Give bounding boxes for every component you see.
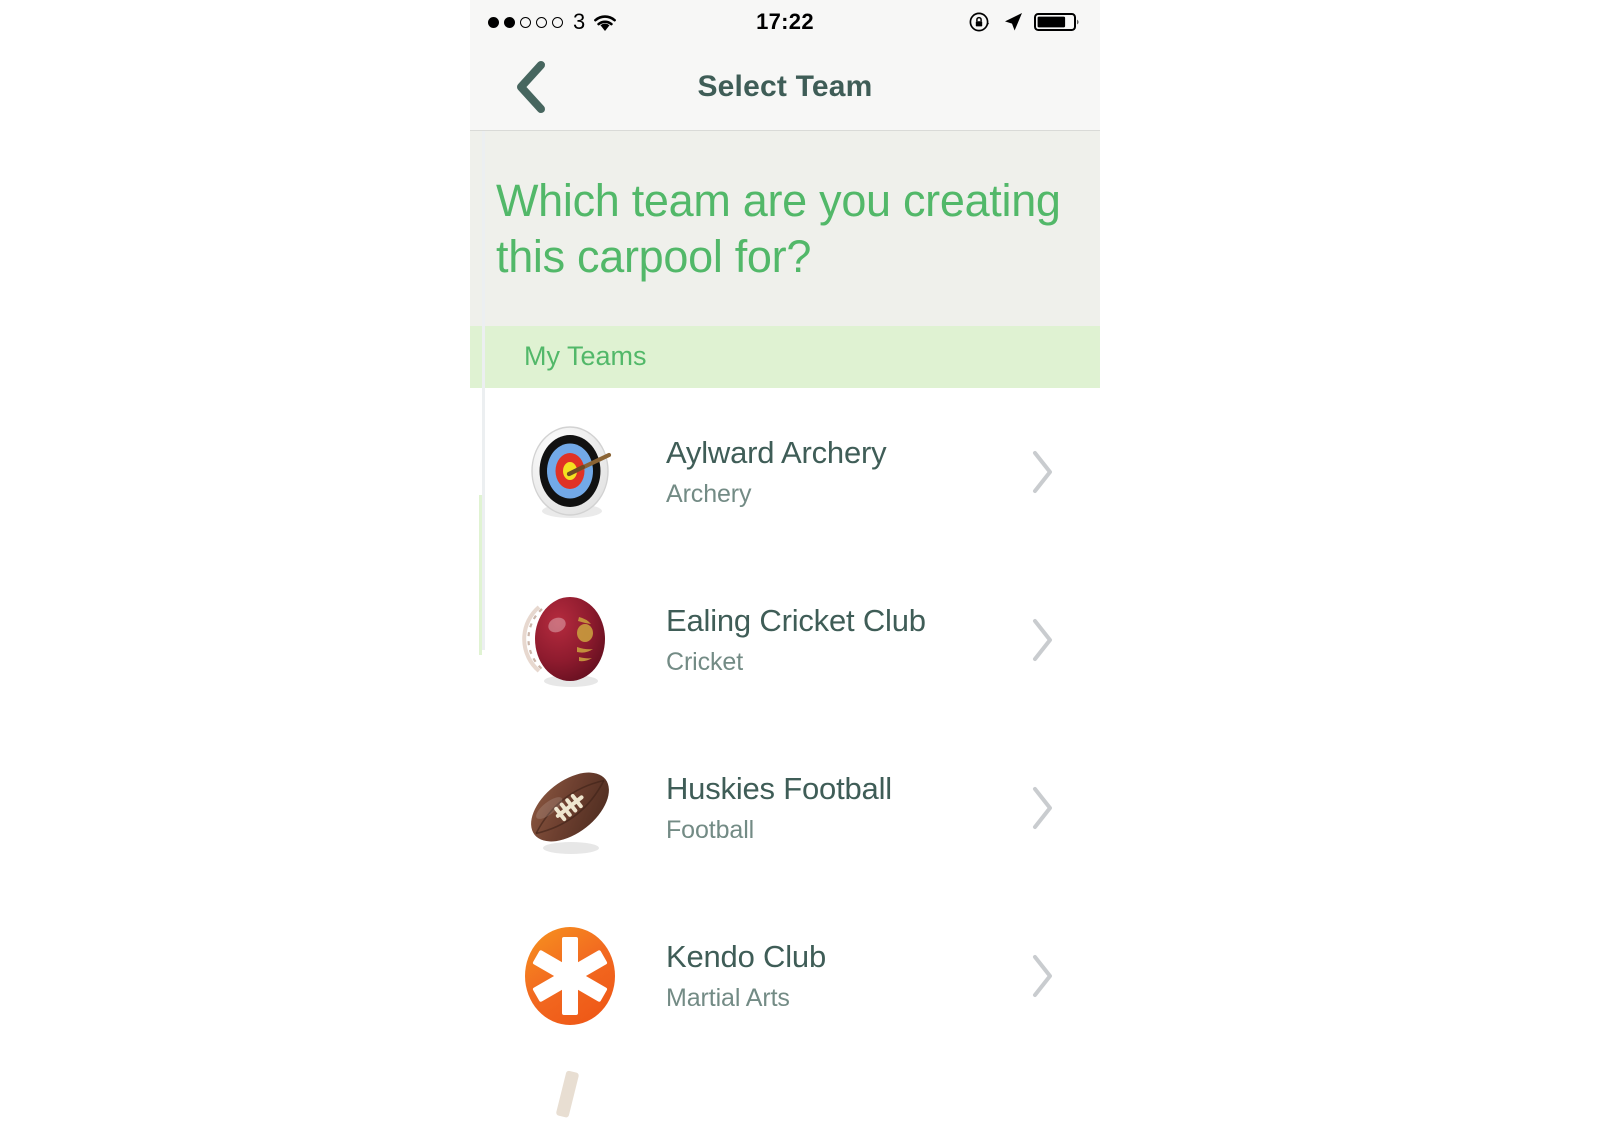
chevron-right-icon[interactable] [1014,616,1070,664]
team-list-item-ealing-cricket-club[interactable]: Ealing Cricket Club Cricket [470,555,1100,724]
status-bar-right [785,10,1082,34]
team-text-block: Ealing Cricket Club Cricket [666,603,1014,677]
team-text-block: Kendo Club Martial Arts [666,939,1014,1013]
carrier-label: 3 [573,9,586,34]
scroll-edge-strip-green [479,495,482,655]
team-sport: Football [666,815,755,844]
signal-dot-2 [504,16,515,28]
back-chevron-icon [511,59,551,115]
team-list-item-kendo-club[interactable]: Kendo Club Martial Arts [470,891,1100,1060]
rotation-lock-icon [968,10,992,34]
phone-viewport: 3 17:22 Select Team Which team are you c… [470,0,1100,1136]
status-bar-left: 3 [488,9,785,35]
signal-dot-1 [488,16,499,28]
back-button[interactable] [492,44,570,130]
american-football-icon [516,754,624,862]
signal-dot-3 [520,16,531,28]
battery-icon [1034,10,1082,34]
signal-dot-4 [536,16,547,28]
status-bar: 3 17:22 [470,0,1100,44]
chevron-right-icon[interactable] [1014,952,1070,1000]
navigation-bar: Select Team [470,44,1100,131]
team-sport: Cricket [666,647,744,676]
wifi-icon [592,12,618,32]
section-header-my-teams: My Teams [470,325,1100,388]
team-sport: Archery [666,479,752,508]
chevron-right-icon[interactable] [1014,784,1070,832]
team-list-item-aylward-archery[interactable]: Aylward Archery Archery [470,387,1100,556]
question-section: Which team are you creating this carpool… [470,131,1100,326]
team-list-item-partial[interactable] [470,1059,1100,1130]
team-text-block: Aylward Archery Archery [666,435,1014,509]
question-heading: Which team are you creating this carpool… [496,175,1061,283]
partial-team-icon [516,1060,624,1130]
location-arrow-icon [1001,10,1025,34]
team-name: Kendo Club [666,938,827,974]
chevron-right-icon[interactable] [1014,448,1070,496]
section-header-label: My Teams [524,341,647,371]
signal-strength-dots [488,16,563,28]
signal-dot-5 [552,16,563,28]
team-sport: Martial Arts [666,983,790,1012]
team-name: Aylward Archery [666,434,887,470]
team-list: Aylward Archery Archery Ealing Cricket C… [470,387,1100,1130]
archery-target-icon [516,418,624,526]
cricket-ball-icon [516,586,624,694]
orange-asterisk-icon [516,922,624,1030]
team-name: Huskies Football [666,770,892,806]
team-list-item-huskies-football[interactable]: Huskies Football Football [470,723,1100,892]
team-text-block: Huskies Football Football [666,771,1014,845]
team-name: Ealing Cricket Club [666,602,926,638]
